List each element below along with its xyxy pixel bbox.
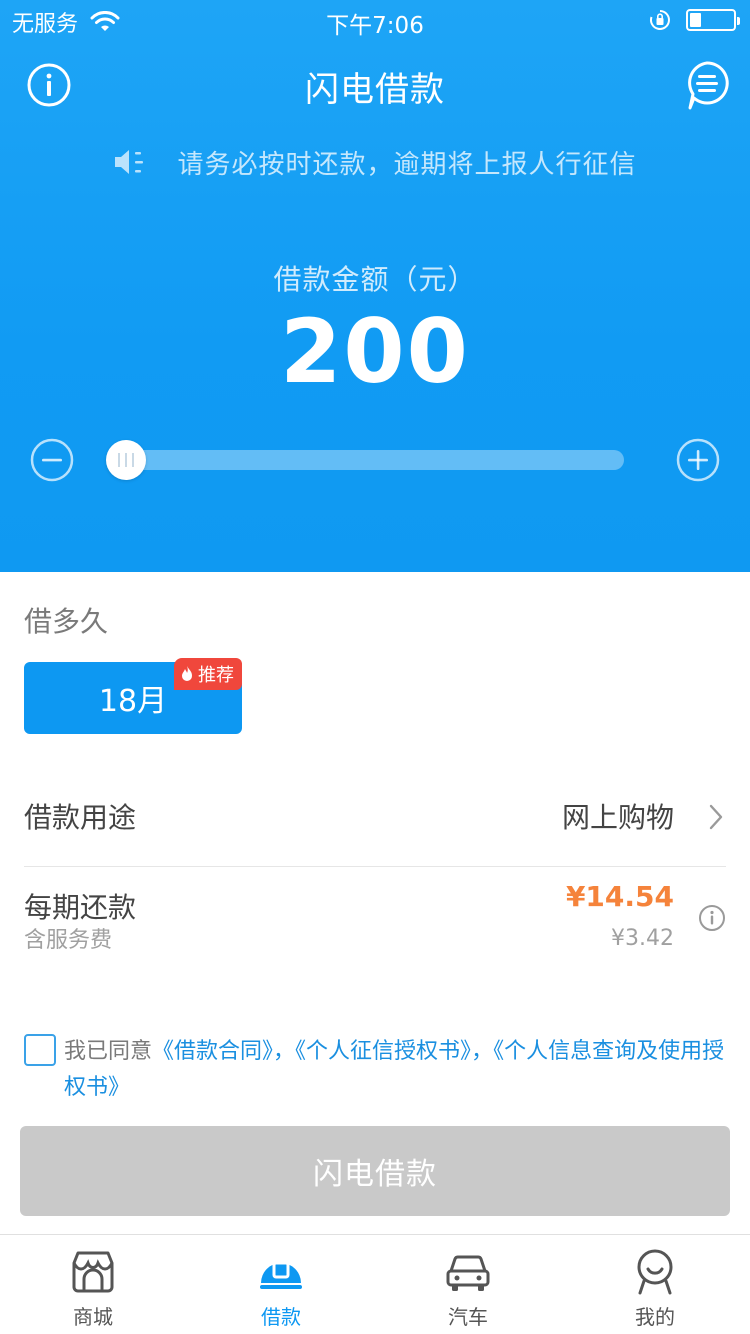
chat-menu-icon[interactable]: [684, 60, 730, 112]
installment-row: 每期还款 含服务费 ¥14.54 ¥3.42: [24, 880, 726, 960]
recommend-badge-text: 推荐: [198, 665, 234, 686]
installment-amount: ¥14.54: [565, 880, 674, 913]
agree-checkbox[interactable]: [24, 1034, 56, 1066]
tab-label: 借款: [261, 1305, 301, 1329]
recommend-badge: 推荐: [174, 658, 242, 690]
hero-header: 无服务 下午7:06 闪电借款 请务必按时还款，逾期将上报人行征信 借款金额（元…: [0, 0, 750, 572]
page-title: 闪电借款: [305, 70, 445, 110]
agreement-separator: ，: [273, 1039, 296, 1064]
amount-label: 借款金额（元）: [273, 263, 477, 296]
status-right: [648, 8, 740, 32]
loan-contract-link[interactable]: 《借款合同》: [152, 1039, 273, 1064]
nav-bar: 闪电借款: [0, 48, 750, 120]
agreement-text: 我已同意《借款合同》，《个人征信授权书》，《个人信息查询及使用授权书》: [64, 1034, 734, 1106]
speaker-icon: [115, 150, 144, 174]
installment-fee: ¥3.42: [611, 926, 674, 951]
divider: [24, 866, 726, 867]
amount-slider-thumb[interactable]: [106, 440, 146, 480]
tab-label: 汽车: [448, 1305, 488, 1329]
tab-profile[interactable]: 我的: [595, 1247, 715, 1333]
installment-label: 每期还款: [24, 891, 137, 924]
amount-slider-row: [0, 432, 750, 488]
term-option-label: 18月: [98, 684, 168, 719]
status-time: 下午7:06: [326, 13, 424, 39]
amount-slider-track[interactable]: [110, 450, 624, 470]
decrease-amount-button[interactable]: [30, 438, 74, 482]
purpose-row[interactable]: 借款用途 网上购物: [24, 796, 726, 840]
battery-icon: [686, 9, 740, 31]
orientation-lock-icon: [650, 10, 670, 30]
loan-icon: [260, 1261, 302, 1289]
tab-store[interactable]: 商城: [33, 1247, 153, 1333]
installment-sub-label: 含服务费: [24, 928, 113, 953]
notice-text: 请务必按时还款，逾期将上报人行征信: [177, 149, 637, 180]
status-bar: 无服务 下午7:06: [0, 0, 750, 42]
profile-icon: [637, 1249, 673, 1295]
purpose-value: 网上购物: [561, 801, 674, 834]
flame-icon: [182, 666, 192, 681]
term-section-label: 借多久: [24, 605, 109, 638]
tab-label: 商城: [73, 1305, 113, 1329]
term-option-18-months[interactable]: 18月 推荐: [24, 658, 242, 734]
credit-authorization-link[interactable]: 《个人征信授权书》: [295, 1039, 471, 1064]
tab-car[interactable]: 汽车: [408, 1247, 528, 1333]
chevron-right-icon: [709, 804, 723, 830]
agreement-row: 我已同意《借款合同》，《个人征信授权书》，《个人信息查询及使用授权书》: [24, 1034, 734, 1106]
info-icon[interactable]: [698, 904, 726, 932]
tab-bar: 商城 借款 汽车 我的: [0, 1234, 750, 1334]
increase-amount-button[interactable]: [676, 438, 720, 482]
store-icon: [72, 1251, 114, 1293]
submit-loan-button[interactable]: 闪电借款: [20, 1126, 730, 1216]
agreement-separator: ，: [471, 1039, 494, 1064]
purpose-label: 借款用途: [24, 801, 137, 834]
tab-label: 我的: [635, 1305, 675, 1329]
agreement-prefix: 我已同意: [64, 1039, 153, 1064]
loan-amount: 200: [280, 300, 470, 403]
tab-loan[interactable]: 借款: [221, 1247, 341, 1333]
notice-bar: 请务必按时还款，逾期将上报人行征信: [0, 142, 750, 182]
car-icon: [446, 1255, 490, 1291]
